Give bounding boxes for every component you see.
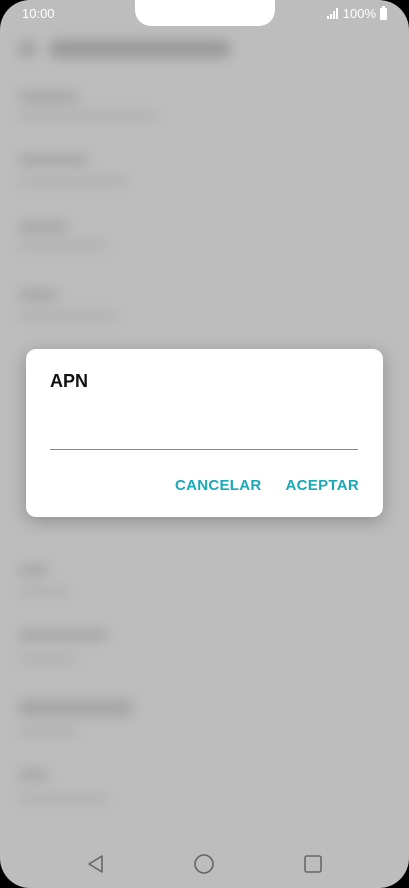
home-icon[interactable] [192,852,216,876]
battery-percent: 100% [342,6,376,21]
signal-icon [326,8,338,19]
back-icon[interactable] [84,852,108,876]
phone-screen: 10:00 100% APN CANCELAR ACEPTAR [0,0,409,888]
cancel-button[interactable]: CANCELAR [175,477,262,494]
status-right: 100% [326,5,387,21]
status-bar: 10:00 100% [0,0,409,28]
status-time: 10:00 [22,6,55,21]
blurred-title [50,40,230,58]
navigation-bar [0,840,409,888]
dialog-actions: CANCELAR ACEPTAR [175,477,359,494]
back-arrow-icon [18,42,36,56]
recents-icon[interactable] [301,852,325,876]
accept-button[interactable]: ACEPTAR [286,477,360,494]
battery-icon [380,5,387,20]
dialog-title: APN [50,371,89,391]
apn-dialog: APN CANCELAR ACEPTAR [26,349,383,517]
camera-notch [135,0,275,26]
apn-input[interactable] [50,421,358,450]
